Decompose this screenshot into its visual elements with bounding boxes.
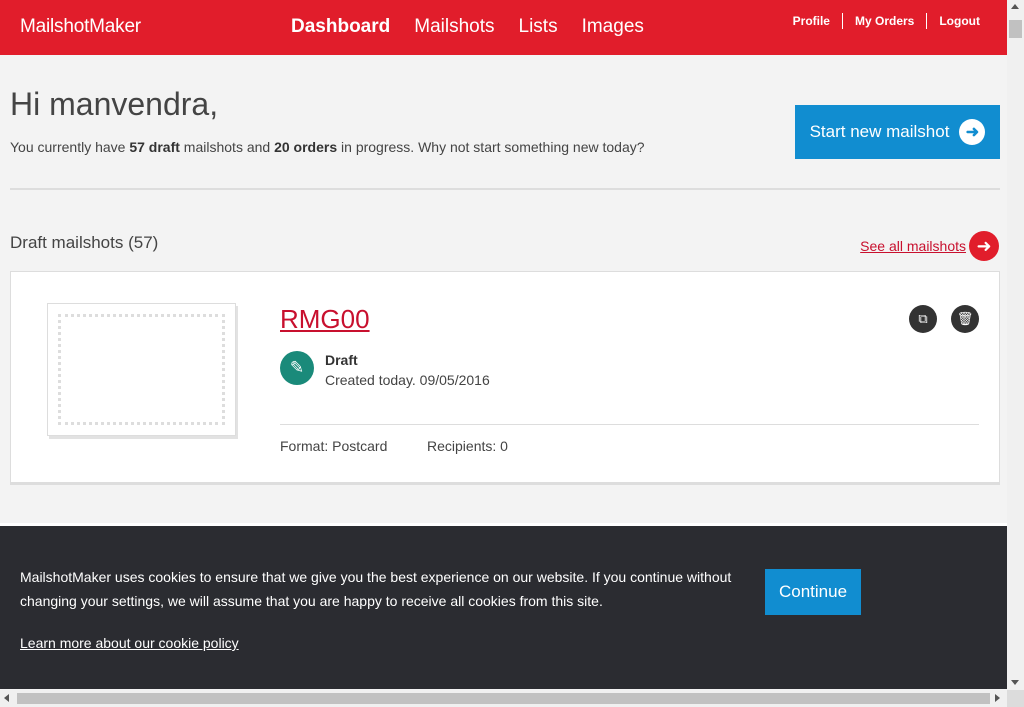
page-greeting: Hi manvendra, bbox=[10, 86, 219, 122]
nav-lists[interactable]: Lists bbox=[519, 16, 558, 38]
thumbnail-placeholder bbox=[58, 314, 225, 425]
arrow-right-icon[interactable]: ➜ bbox=[969, 231, 999, 261]
order-count: 20 orders bbox=[274, 139, 338, 155]
start-button-label: Start new mailshot bbox=[809, 122, 950, 141]
mailshot-thumbnail[interactable] bbox=[47, 303, 236, 436]
draft-count: 57 draft bbox=[129, 139, 180, 155]
format-label: Format: Postcard bbox=[280, 438, 388, 454]
card-divider bbox=[280, 424, 979, 425]
profile-link[interactable]: Profile bbox=[793, 14, 830, 28]
account-nav: Profile My Orders Logout bbox=[793, 13, 980, 29]
my-orders-link[interactable]: My Orders bbox=[855, 14, 914, 28]
scroll-thumb-horizontal[interactable] bbox=[17, 693, 990, 704]
vertical-scrollbar[interactable] bbox=[1007, 0, 1024, 690]
arrow-right-icon: ➜ bbox=[959, 119, 986, 145]
drafts-section-title: Draft mailshots (57) bbox=[10, 233, 159, 252]
pencil-icon: ✎ bbox=[280, 351, 314, 385]
mailshot-title-link[interactable]: RMG00 bbox=[280, 304, 370, 335]
recipients-label: Recipients: 0 bbox=[427, 438, 508, 454]
nav-dashboard[interactable]: Dashboard bbox=[291, 16, 390, 38]
created-date: Created today. 09/05/2016 bbox=[325, 372, 490, 388]
scroll-up-icon[interactable] bbox=[1011, 4, 1019, 9]
top-header: MailshotMaker Dashboard Mailshots Lists … bbox=[0, 0, 1007, 55]
nav-images[interactable]: Images bbox=[582, 16, 644, 38]
see-all-mailshots-link[interactable]: See all mailshots bbox=[860, 238, 966, 254]
status-label: Draft bbox=[325, 352, 358, 368]
trash-icon[interactable]: 🗑 bbox=[951, 305, 979, 333]
scroll-thumb[interactable] bbox=[1009, 20, 1022, 38]
copy-icon[interactable]: ⧉ bbox=[909, 305, 937, 333]
scroll-right-icon[interactable] bbox=[995, 694, 1000, 702]
cookie-text: MailshotMaker uses cookies to ensure tha… bbox=[20, 569, 732, 609]
divider bbox=[841, 13, 843, 29]
main-nav: Dashboard Mailshots Lists Images bbox=[291, 16, 644, 38]
cookie-policy-link[interactable]: Learn more about our cookie policy bbox=[20, 635, 239, 651]
section-divider bbox=[10, 188, 1000, 190]
logout-link[interactable]: Logout bbox=[939, 14, 980, 28]
mailshot-card: RMG00 ✎ Draft Created today. 09/05/2016 … bbox=[10, 271, 1000, 485]
summary-suffix: in progress. Why not start something new… bbox=[337, 139, 645, 155]
divider bbox=[926, 13, 928, 29]
scroll-down-icon[interactable] bbox=[1011, 680, 1019, 685]
nav-mailshots[interactable]: Mailshots bbox=[414, 16, 494, 38]
horizontal-scrollbar[interactable] bbox=[0, 690, 1007, 707]
summary-prefix: You currently have bbox=[10, 139, 130, 155]
cookie-banner: MailshotMaker uses cookies to ensure tha… bbox=[0, 526, 1007, 689]
continue-button[interactable]: Continue bbox=[765, 569, 861, 615]
start-new-mailshot-button[interactable]: Start new mailshot ➜ bbox=[795, 105, 1000, 159]
scroll-left-icon[interactable] bbox=[4, 694, 9, 702]
summary-text: You currently have 57 draft mailshots an… bbox=[10, 139, 645, 155]
summary-mid: mailshots and bbox=[179, 139, 275, 155]
scrollbar-corner bbox=[1007, 690, 1024, 707]
logo[interactable]: MailshotMaker bbox=[20, 16, 141, 38]
